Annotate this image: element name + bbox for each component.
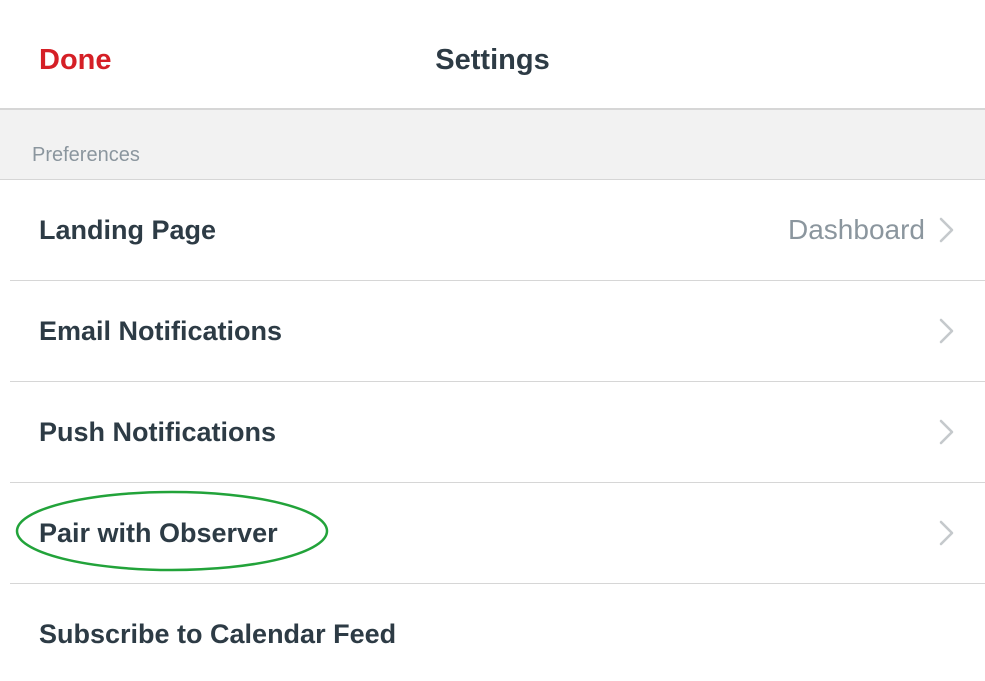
settings-row-subscribe-calendar-feed[interactable]: Subscribe to Calendar Feed (0, 584, 985, 681)
row-label: Pair with Observer (39, 518, 278, 548)
settings-screen: Done Settings Preferences Landing Page D… (0, 0, 985, 681)
section-header-label: Preferences (32, 144, 140, 166)
settings-list: Landing Page Dashboard Email Notificatio… (0, 180, 985, 681)
page-title: Settings (435, 44, 550, 76)
row-label: Push Notifications (39, 417, 277, 447)
settings-row-pair-with-observer[interactable]: Pair with Observer (0, 483, 985, 584)
settings-row-landing-page[interactable]: Landing Page Dashboard (0, 180, 985, 281)
settings-row-push-notifications[interactable]: Push Notifications (0, 382, 985, 483)
chevron-right-icon (939, 318, 954, 344)
chevron-right-icon (939, 419, 954, 445)
row-value: Dashboard (788, 214, 925, 245)
row-label: Landing Page (39, 215, 217, 245)
section-header-preferences: Preferences (0, 110, 985, 180)
row-label: Subscribe to Calendar Feed (39, 619, 397, 649)
chevron-right-icon (939, 217, 954, 243)
navigation-bar: Done Settings (0, 0, 985, 110)
chevron-right-icon (939, 520, 954, 546)
row-label: Email Notifications (39, 316, 283, 346)
settings-row-email-notifications[interactable]: Email Notifications (0, 281, 985, 382)
